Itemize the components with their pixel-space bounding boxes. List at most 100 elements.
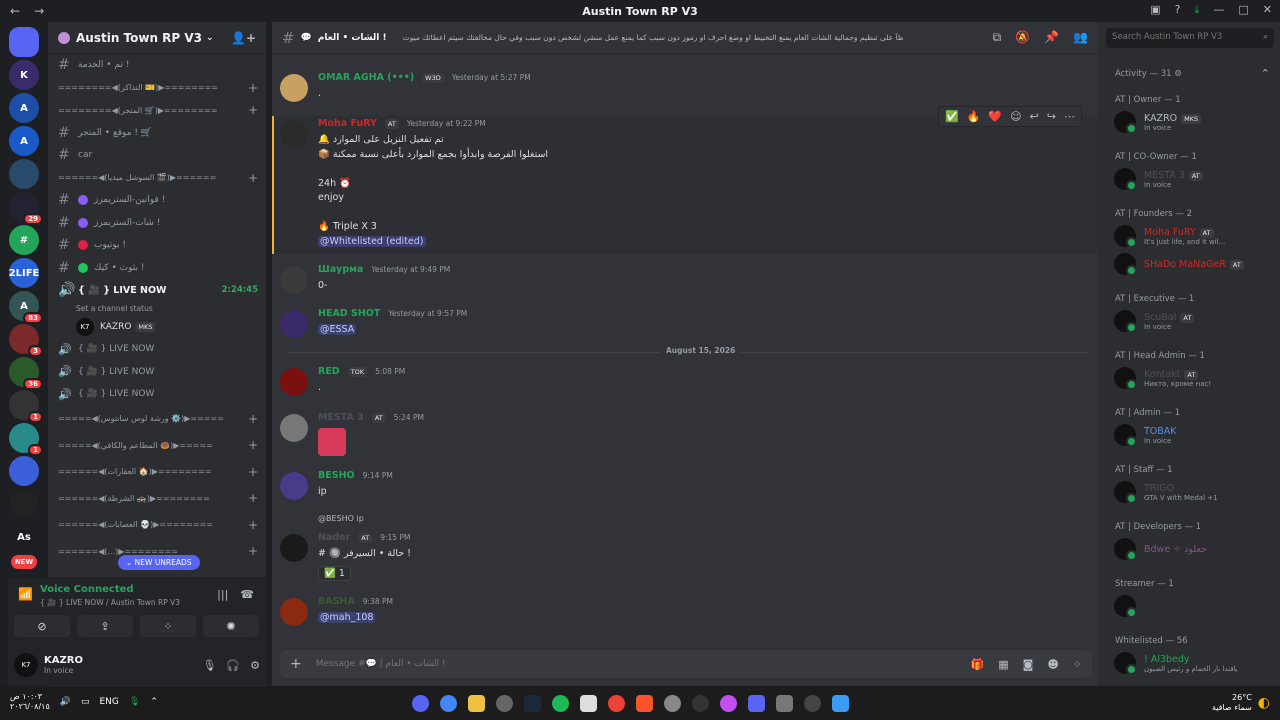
- clock-app-icon[interactable]: [692, 695, 709, 712]
- message-input[interactable]: [315, 659, 971, 669]
- avatar[interactable]: [280, 120, 308, 148]
- spotify-app-icon[interactable]: [552, 695, 569, 712]
- add-member-icon[interactable]: 👤+: [231, 31, 256, 45]
- voice-channel-path[interactable]: { 🎥 } LIVE NOW / Austin Town RP V3: [40, 598, 180, 607]
- server-icon[interactable]: As: [9, 522, 39, 552]
- check-reaction-icon[interactable]: ✅: [945, 110, 959, 123]
- add-channel-icon[interactable]: +: [248, 81, 258, 95]
- member-item[interactable]: SHaDo MaNaGeR AT: [1114, 253, 1276, 276]
- member-item[interactable]: Moha FuRY AT It's just life, and it wil...: [1114, 225, 1276, 248]
- channel-category[interactable]: =====◀(ورشة لوس سانتوس ⚙️)▶===== +: [48, 406, 266, 433]
- channel-category[interactable]: ======◀(الشرطة 🚓)▶======== +: [48, 485, 266, 512]
- chevron-up-tray-icon[interactable]: ⌃: [150, 697, 158, 707]
- discord-app-icon[interactable]: [412, 695, 429, 712]
- voice-channel-item[interactable]: 🔊 { 🎥 } LIVE NOW: [48, 338, 266, 361]
- avatar[interactable]: [280, 368, 308, 396]
- server-icon[interactable]: 3: [9, 324, 43, 357]
- battery-icon[interactable]: ▭: [81, 697, 90, 707]
- member-item[interactable]: [1114, 595, 1276, 618]
- server-icon[interactable]: A: [9, 93, 39, 123]
- apps-icon[interactable]: ⁘: [1073, 658, 1082, 671]
- add-channel-icon[interactable]: +: [248, 171, 258, 185]
- activity-header[interactable]: Activity — 31 ⚙: [1115, 69, 1182, 79]
- message-text[interactable]: @mah_108: [318, 612, 376, 623]
- disconnect-icon[interactable]: ☎: [240, 588, 254, 601]
- more-icon[interactable]: ⋯: [1064, 110, 1075, 123]
- voice-connected-label[interactable]: Voice Connected: [40, 584, 134, 595]
- pin-icon[interactable]: 📌: [1044, 30, 1059, 45]
- taskbar-clock[interactable]: ١٠:٠٣ ص: [10, 692, 50, 702]
- inbox-icon[interactable]: ▣: [1150, 3, 1160, 17]
- forward-arrow-icon[interactable]: →: [34, 4, 44, 18]
- chrome-dev-icon[interactable]: [608, 695, 625, 712]
- message-author[interactable]: OMAR AGHA (•••): [318, 72, 414, 83]
- screen-share-button[interactable]: ⇪: [77, 615, 133, 637]
- avatar[interactable]: [280, 534, 308, 562]
- chevron-up-icon[interactable]: ⌃: [1261, 67, 1270, 80]
- app-icon[interactable]: [580, 695, 597, 712]
- server-icon[interactable]: [9, 27, 39, 57]
- settings-app-icon[interactable]: [664, 695, 681, 712]
- add-channel-icon[interactable]: +: [248, 465, 258, 479]
- server-icon[interactable]: [9, 456, 39, 486]
- steam-app-icon[interactable]: [524, 695, 541, 712]
- member-item[interactable]: TOBAK In voice: [1114, 424, 1276, 447]
- message-text[interactable]: @Whitelisted (edited): [318, 235, 426, 247]
- soundboard-button[interactable]: ✺: [203, 615, 259, 637]
- avatar[interactable]: K7: [14, 653, 38, 677]
- avatar[interactable]: [280, 414, 308, 442]
- add-channel-icon[interactable]: +: [248, 438, 258, 452]
- channel-item[interactable]: # قوانين-الستريمرز !: [48, 189, 266, 212]
- channel-item[interactable]: # شات-الستريمرز !: [48, 212, 266, 235]
- voice-user[interactable]: K7 KAZRO MKS: [48, 316, 266, 339]
- threads-icon[interactable]: ⧉: [993, 30, 1002, 45]
- task-view-icon[interactable]: [776, 695, 793, 712]
- attach-plus-icon[interactable]: +: [290, 656, 302, 672]
- server-icon[interactable]: NEW: [11, 555, 37, 569]
- add-channel-icon[interactable]: +: [248, 491, 258, 505]
- discord-alt-icon[interactable]: [748, 695, 765, 712]
- activities-button[interactable]: ⁘: [140, 615, 196, 637]
- server-icon[interactable]: K: [9, 60, 39, 90]
- channel-item[interactable]: # car: [48, 144, 266, 167]
- server-icon[interactable]: A 83: [9, 291, 43, 324]
- voice-channel-live[interactable]: 🔊{ 🎥 } LIVE NOW 2:24:45: [48, 279, 266, 302]
- member-item[interactable]: Bdwe ✧ جعلود: [1114, 538, 1276, 561]
- color-app-icon[interactable]: [720, 695, 737, 712]
- add-channel-icon[interactable]: +: [248, 544, 258, 558]
- back-arrow-icon[interactable]: ←: [10, 4, 20, 18]
- channel-item[interactable]: # موقع • المتجر ! 🛒: [48, 122, 266, 145]
- help-icon[interactable]: ?: [1175, 3, 1181, 17]
- camera-off-button[interactable]: ⊘: [14, 615, 70, 637]
- reply-icon[interactable]: ↩: [1030, 110, 1039, 123]
- close-icon[interactable]: ✕: [1263, 3, 1272, 17]
- server-icon[interactable]: A: [9, 126, 39, 156]
- taskbar-search-icon[interactable]: [804, 695, 821, 712]
- server-icon[interactable]: 36: [9, 357, 43, 390]
- gear-icon[interactable]: ⚙: [250, 659, 260, 672]
- channel-status-hint[interactable]: Set a channel status: [48, 302, 266, 316]
- search-box[interactable]: ⌕: [1106, 28, 1274, 48]
- gta-app-icon[interactable]: [496, 695, 513, 712]
- avatar[interactable]: [280, 598, 308, 626]
- channel-category[interactable]: ======◀(العصابات 💀)▶======== +: [48, 512, 266, 539]
- avatar[interactable]: [280, 266, 308, 294]
- speaker-icon[interactable]: 🔊: [60, 697, 71, 707]
- channel-topic[interactable]: حفاظاً على تنظيم وجمالية الشات العام يمن…: [403, 33, 903, 42]
- channel-item[interactable]: # يوتيوب !: [48, 234, 266, 257]
- avatar[interactable]: [280, 310, 308, 338]
- forward-icon[interactable]: ↪: [1047, 110, 1056, 123]
- channel-category[interactable]: ========◀(التذاكر 🎫)▶======== +: [48, 77, 266, 100]
- search-input[interactable]: [1112, 32, 1252, 42]
- maximize-icon[interactable]: □: [1238, 3, 1248, 17]
- channel-category[interactable]: ========◀(المتجر 🛒)▶======== +: [48, 99, 266, 122]
- message-author[interactable]: BASHA: [318, 596, 355, 607]
- fire-reaction-icon[interactable]: 🔥: [967, 110, 981, 123]
- member-item[interactable]: Kontakt AT Никто, кроме нас!: [1114, 367, 1276, 390]
- start-icon[interactable]: [832, 695, 849, 712]
- message-text[interactable]: @ESSA: [318, 324, 357, 335]
- channel-item[interactable]: # تم • الخدمة !: [48, 54, 266, 77]
- taskbar-date[interactable]: ٢٠٢٦/٠٨/١٥: [10, 702, 50, 712]
- voice-channel-item[interactable]: 🔊 { 🎥 } LIVE NOW: [48, 383, 266, 406]
- emoji-icon[interactable]: ☻: [1047, 658, 1058, 671]
